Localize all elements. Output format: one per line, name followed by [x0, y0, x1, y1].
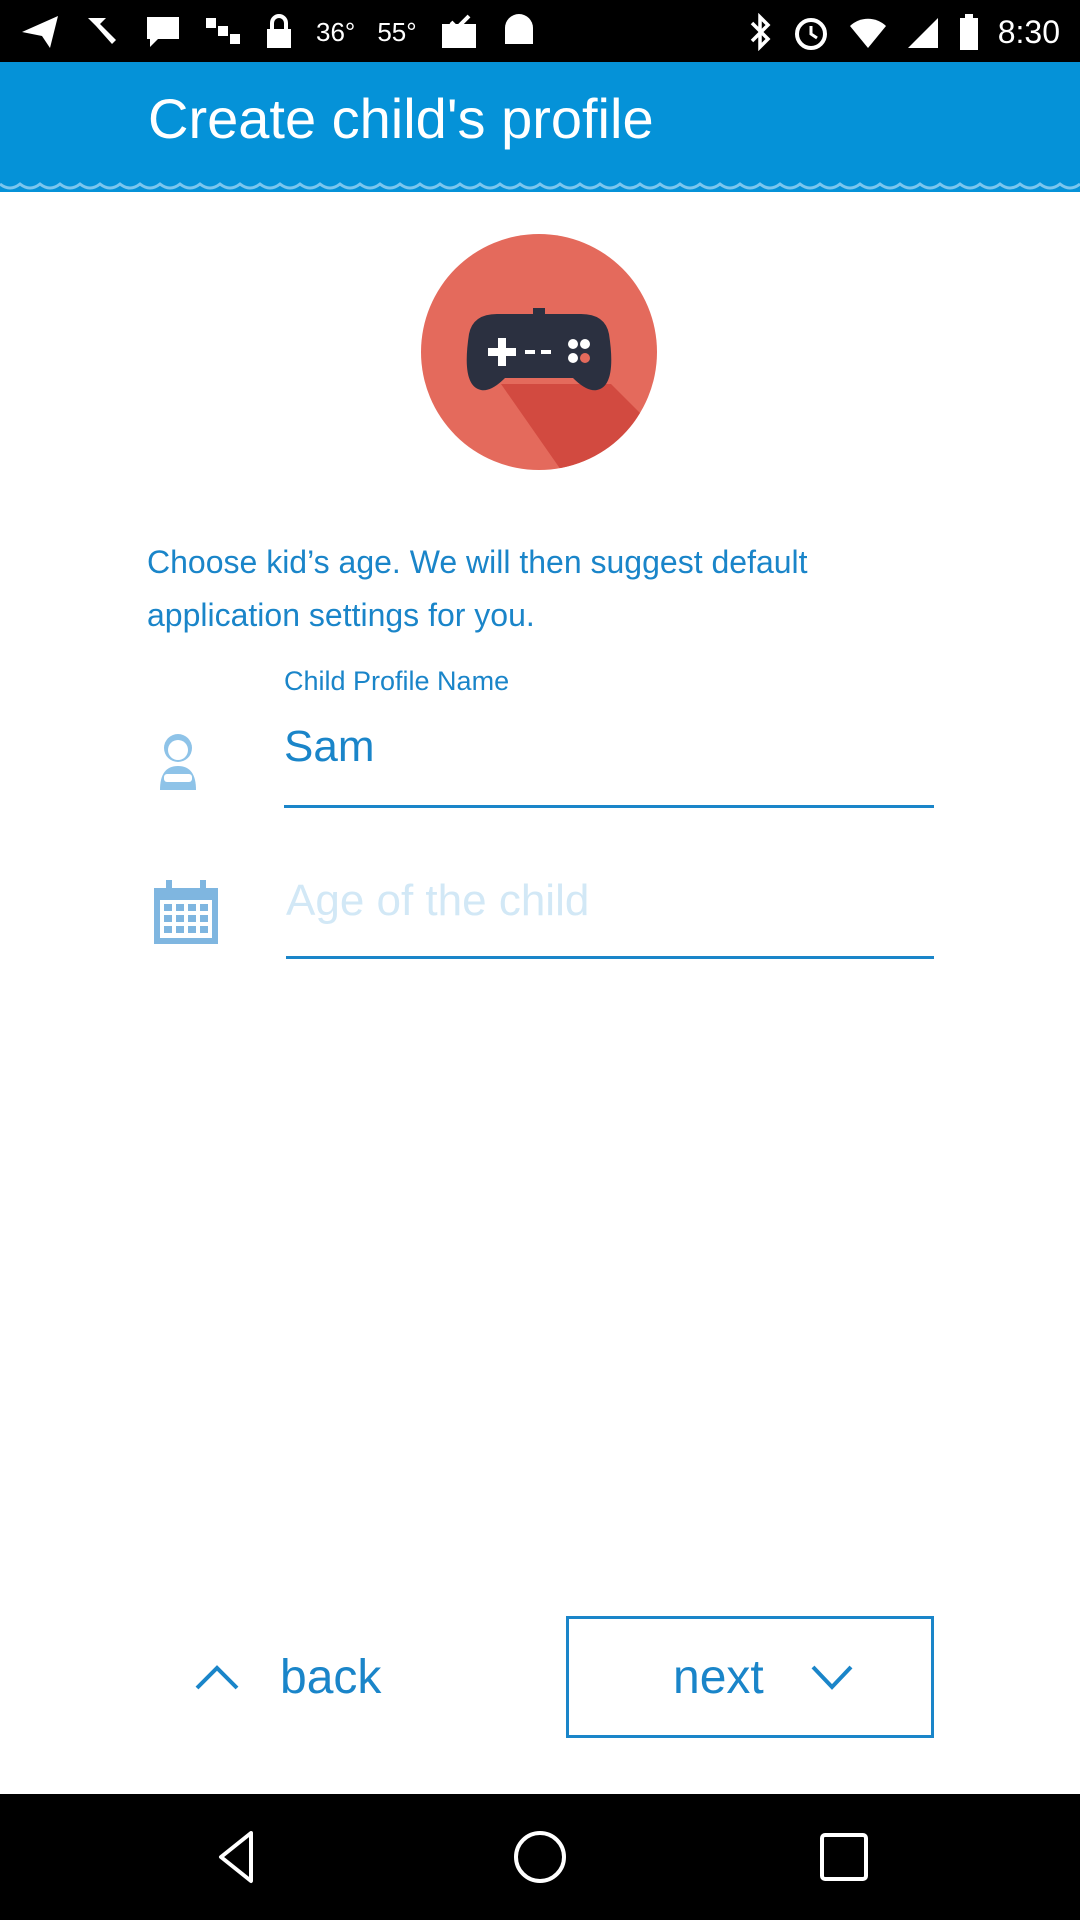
message-icon: [147, 17, 179, 47]
lock-icon: [267, 14, 291, 48]
child-avatar-icon: [160, 734, 196, 790]
child-profile-name-label: Child Profile Name: [284, 666, 510, 696]
navigation-arrow-icon: [22, 16, 58, 48]
status-icons-right: 8:30: [748, 12, 1060, 52]
calendar-icon: [154, 880, 218, 944]
bluetooth-icon: [750, 13, 771, 51]
back-triangle-icon[interactable]: [207, 1827, 267, 1887]
page-title: Create child's profile: [148, 87, 654, 150]
android-icon: [504, 14, 533, 44]
home-circle-icon[interactable]: [510, 1827, 570, 1887]
alarm-icon: [794, 18, 827, 50]
battery-icon: [959, 14, 978, 50]
system-navigation-bar: [0, 1794, 1080, 1920]
app-bar-wave-edge: [0, 170, 1080, 190]
status-icons-left: 36° 55°: [20, 12, 537, 52]
game-controller-icon: [421, 234, 657, 470]
back-button[interactable]: back: [160, 1616, 440, 1738]
name-input-underline: [284, 805, 934, 808]
clock: 8:30: [997, 13, 1060, 50]
chevron-up-icon: [195, 1665, 239, 1690]
status-bar: 36° 55° 8:30: [0, 0, 1080, 62]
back-button-label: back: [280, 1650, 382, 1704]
satellite-icon: [206, 18, 240, 44]
age-input-underline: [286, 956, 934, 959]
temperature-reading-1: 36°: [316, 16, 356, 47]
temperature-reading-2: 55°: [377, 16, 417, 47]
chevron-down-icon: [811, 1665, 853, 1690]
intro-text: Choose kid’s age. We will then suggest d…: [147, 544, 808, 633]
recents-square-icon[interactable]: [814, 1827, 874, 1887]
age-input[interactable]: Age of the child: [286, 876, 589, 926]
child-profile-name-input[interactable]: Sam: [284, 722, 374, 772]
signal-icon: [907, 18, 938, 48]
wifi-icon: [849, 18, 886, 48]
inbox-check-icon: [441, 14, 476, 48]
next-button[interactable]: next: [566, 1616, 934, 1738]
next-button-label: next: [673, 1650, 764, 1704]
wrench-icon: [88, 18, 116, 44]
